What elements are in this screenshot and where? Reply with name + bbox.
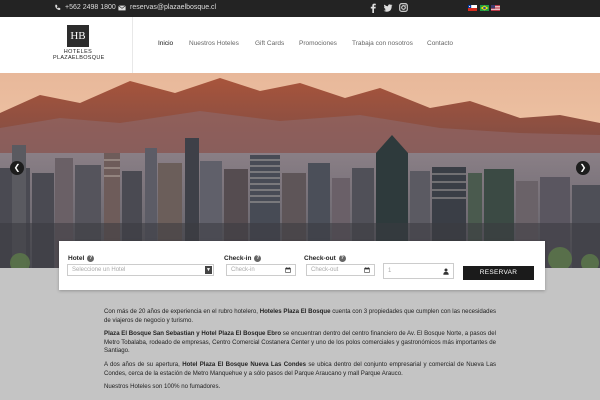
chile-flag-icon[interactable] [468,5,477,11]
checkout-label: Check-out [304,255,336,262]
question-icon[interactable]: ? [254,255,262,262]
facebook-icon[interactable] [370,3,376,13]
checkin-label-group: Check-in ? [224,255,262,262]
calendar-icon [364,267,370,273]
guests-value: 1 [388,268,392,274]
hotel-label: Hotel [68,255,85,262]
hotel-label-group: Hotel ? [68,255,95,262]
checkin-label: Check-in [224,255,252,262]
intro-text: Con más de 20 años de experiencia en el … [104,308,496,397]
guests-field[interactable]: 1 [383,263,454,279]
question-icon[interactable]: ? [338,255,346,262]
logo-mark: HB [67,25,89,47]
intro-paragraph-2: Plaza El Bosque San Sebastian y Hotel Pl… [104,330,496,355]
chevron-left-icon: ❮ [13,163,21,172]
brazil-flag-icon[interactable] [480,5,489,11]
nav-gift-cards[interactable]: Gift Cards [255,40,284,47]
site-header: HB HOTELES PLAZAELBOSQUE Inicio Nuestros… [0,17,600,74]
email-contact[interactable]: reservas@plazaelbosque.cl [118,4,216,11]
hero-slider [0,73,600,268]
hotel-select-value: Seleccione un Hotel [72,267,126,273]
instagram-icon[interactable] [399,3,408,12]
phone-icon [55,4,61,10]
nav-contacto[interactable]: Contacto [427,40,453,47]
email-address: reservas@plazaelbosque.cl [130,4,217,11]
question-icon[interactable]: ? [87,255,95,262]
intro-paragraph-3: A dos años de su apertura, Hotel Plaza E… [104,360,497,377]
checkout-label-group: Check-out ? [304,255,346,262]
phone-number: +562 2498 1800 [65,4,116,11]
checkin-field[interactable]: Check-in [226,264,296,276]
city-skyline-image [0,73,600,268]
usa-flag-icon[interactable] [491,5,500,11]
slider-prev-button[interactable]: ❮ [10,161,24,175]
user-icon [443,268,449,275]
header-divider [132,17,133,73]
checkout-field[interactable]: Check-out [306,264,375,276]
intro-paragraph-4: Nuestros Hoteles son 100% no fumadores. [104,383,221,391]
hotel-select[interactable]: Seleccione un Hotel ▼ [67,264,214,276]
checkout-placeholder: Check-out [311,267,339,273]
nav-trabaja-con-nosotros[interactable]: Trabaja con nosotros [352,40,413,47]
nav-promociones[interactable]: Promociones [299,40,337,47]
checkin-placeholder: Check-in [231,267,255,273]
slider-next-button[interactable]: ❯ [576,161,590,175]
nav-inicio[interactable]: Inicio [158,40,173,47]
nav-nuestros-hoteles[interactable]: Nuestros Hoteles [189,40,239,47]
intro-paragraph-1: Con más de 20 años de experiencia en el … [104,308,497,324]
chevron-right-icon: ❯ [579,163,587,172]
twitter-icon[interactable] [383,3,393,13]
chevron-down-icon: ▼ [205,266,212,274]
reservar-button[interactable]: RESERVAR [463,266,534,280]
calendar-icon [285,267,291,273]
site-logo[interactable]: HB HOTELES PLAZAELBOSQUE [53,25,105,67]
phone-contact[interactable]: +562 2498 1800 [54,4,116,11]
logo-line-2: PLAZAELBOSQUE [53,55,105,61]
top-bar: +562 2498 1800 reservas@plazaelbosque.cl [0,0,600,17]
envelope-icon [118,4,126,10]
